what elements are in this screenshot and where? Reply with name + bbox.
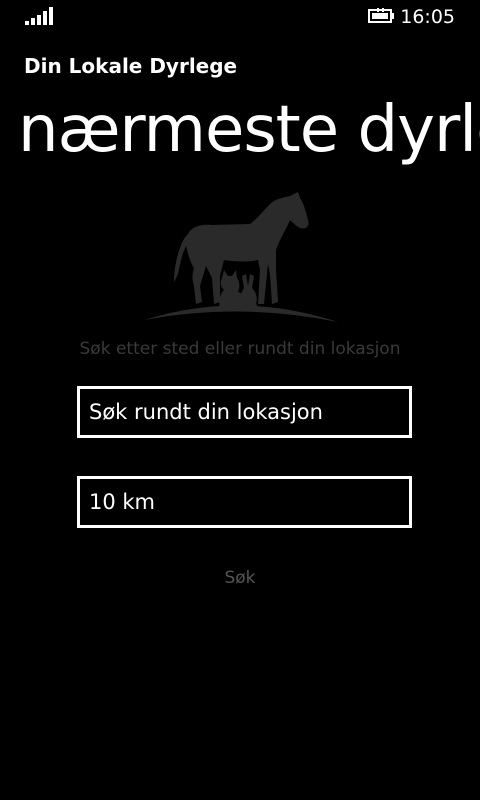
search-button[interactable]: Søk bbox=[200, 568, 280, 588]
page-title: nærmeste dyrlege bbox=[18, 93, 480, 167]
location-search-input[interactable] bbox=[77, 386, 412, 438]
status-bar: 16:05 bbox=[0, 0, 480, 32]
radius-input[interactable] bbox=[77, 476, 412, 528]
battery-charging-icon bbox=[368, 8, 394, 23]
horse-cat-rabbit-logo-icon bbox=[144, 192, 338, 322]
signal-strength-icon bbox=[25, 7, 53, 25]
search-hint-text: Søk etter sted eller rundt din lokasjon bbox=[79, 339, 401, 359]
clock: 16:05 bbox=[400, 6, 455, 28]
app-screen: 16:05 Din Lokale Dyrlege nærmeste dyrleg… bbox=[0, 0, 480, 800]
app-title: Din Lokale Dyrlege bbox=[24, 54, 238, 78]
